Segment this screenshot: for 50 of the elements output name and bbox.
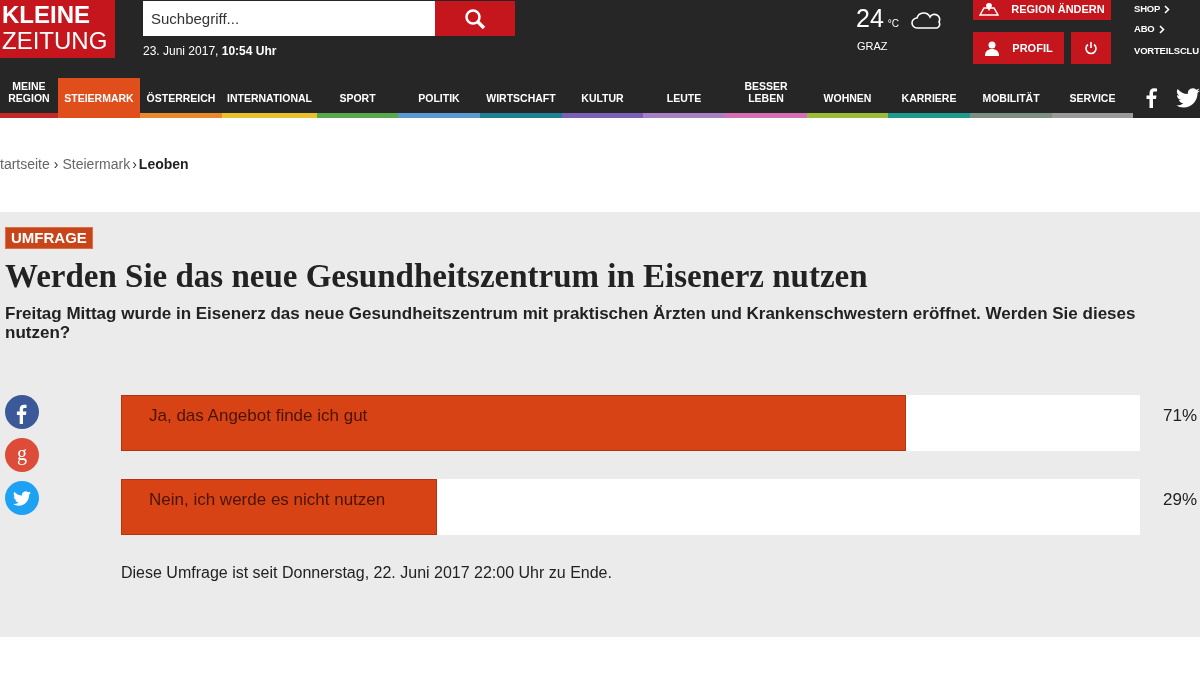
header-link[interactable]: ABO	[1134, 22, 1165, 37]
nav-tab[interactable]: KARRIERE	[888, 78, 970, 118]
poll-percent: 71%	[1161, 405, 1198, 427]
poll-note: Diese Umfrage ist seit Donnerstag, 22. Juni 2017 22:00 Uhr zu Ende.	[121, 563, 613, 583]
poll-answer: Nein, ich werde es nicht nutzen	[149, 489, 386, 511]
poll-lead: Freitag Mittag wurde in Eisenerz das neue Gesundheitszentrum mit praktischen Ärzten und Krankenschwestern eröffnet. Werden Sie dieses nutzen?	[5, 304, 1137, 342]
nav-tab[interactable]: SPORT	[317, 78, 398, 118]
logo-text: KLEINE	[2, 2, 91, 28]
search-button[interactable]	[435, 1, 515, 36]
region-button[interactable]: REGION ÄNDERN	[973, 0, 1111, 20]
power-icon	[1084, 41, 1098, 55]
search-field[interactable]: Suchbegriff...	[143, 1, 435, 36]
temperature: 24	[856, 4, 884, 32]
temperature-unit: °C	[887, 17, 900, 31]
nav-tab[interactable]: WIRTSCHAFT	[480, 78, 562, 118]
nav-tab[interactable]: WOHNEN	[807, 78, 888, 118]
nav-tab[interactable]: ÖSTERREICH	[140, 78, 222, 118]
header-link[interactable]: VORTEILSCLU	[1134, 44, 1199, 59]
nav-tab[interactable]: STEIERMARK	[58, 78, 140, 118]
facebook-icon[interactable]	[1145, 88, 1157, 108]
nav-tab[interactable]: MOBILITÄT	[970, 78, 1052, 118]
facebook-icon[interactable]	[5, 395, 39, 429]
poll-tag: UMFRAGE	[5, 227, 93, 249]
breadcrumb-separator: ›	[132, 154, 137, 174]
logo-text: ZEITUNG	[2, 28, 109, 54]
twitter-icon[interactable]	[1176, 88, 1200, 108]
user-icon	[984, 40, 1001, 56]
poll-answer: Ja, das Angebot finde ich gut	[149, 405, 368, 427]
map-pin-icon	[979, 2, 1000, 16]
breadcrumb-current: Leoben	[138, 154, 189, 174]
google-icon[interactable]: g	[5, 438, 39, 472]
nav-tab[interactable]: POLITIK	[398, 78, 480, 118]
poll-percent: 29%	[1161, 489, 1198, 511]
breadcrumb-link[interactable]: Steiermark	[62, 153, 131, 175]
cloud-icon	[911, 12, 942, 29]
nav-tab[interactable]: INTERNATIONAL	[222, 78, 317, 118]
poll-title: Werden Sie das neue Gesundheitszentrum in Eisenerz nutzen	[5, 257, 869, 296]
nav-tab[interactable]: LEUTE	[643, 78, 725, 118]
logo[interactable]: KLEINE ZEITUNG	[0, 0, 115, 58]
breadcrumb-link[interactable]: tartseite	[0, 153, 50, 175]
date-text: 23. Juni 2017, 10:54 Uhr	[143, 43, 277, 60]
search-icon	[464, 7, 486, 30]
breadcrumb-separator: ›	[53, 154, 59, 174]
nav-tab[interactable]: KULTUR	[562, 78, 643, 118]
header-link[interactable]: SHOP	[1134, 2, 1171, 17]
nav-tab[interactable]: SERVICE	[1052, 78, 1133, 118]
nav-tab[interactable]: BESSER LEBEN	[725, 78, 807, 118]
profile-button[interactable]: PROFIL	[973, 32, 1064, 64]
city-label: GRAZ	[857, 39, 888, 54]
logout-button[interactable]	[1071, 32, 1111, 64]
